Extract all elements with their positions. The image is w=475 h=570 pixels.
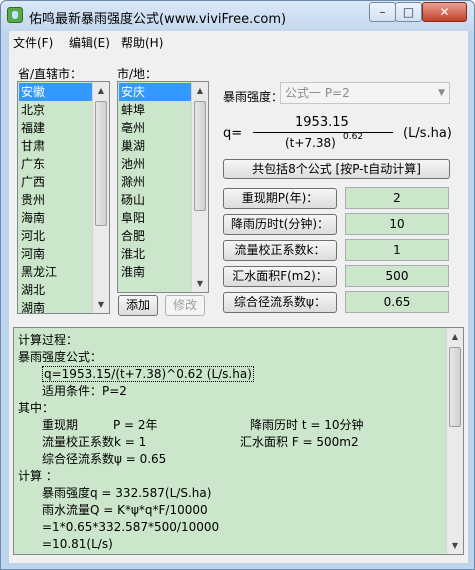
menu-bar: 文件(F) 编辑(E) 帮助(H) [9, 31, 468, 51]
catchment-area-button[interactable]: 汇水面积F(m2)： [223, 266, 337, 287]
add-button[interactable]: 添加 [118, 295, 158, 316]
process-where: 其中： [18, 401, 55, 415]
list-item[interactable]: 淮北 [119, 245, 145, 263]
process-Q-result: =10.81(L/s) [42, 537, 113, 551]
title-bar[interactable]: 佑鸣最新暴雨强度公式(www.viviFree.com) – □ ✕ [1, 1, 474, 31]
city-scrollbar[interactable]: ▲ ▼ [191, 82, 208, 292]
list-item[interactable]: 北京 [19, 101, 45, 119]
chevron-down-icon[interactable]: ▼ [438, 83, 445, 103]
flow-coefficient-button[interactable]: 流量校正系数k： [223, 240, 337, 261]
process-calc-heading: 计算 ： [18, 469, 58, 483]
province-scrollbar[interactable]: ▲ ▼ [92, 82, 109, 313]
process-duration: 降雨历时 t = 10分钟 [250, 418, 364, 432]
province-list[interactable]: 安徽 北京 福建 甘肃 广东 广西 贵州 海南 河北 河南 黑龙江 湖北 湖南 … [17, 81, 110, 314]
scroll-thumb[interactable] [449, 347, 461, 427]
city-label: 市/地： [117, 67, 158, 81]
list-item[interactable]: 亳州 [119, 119, 145, 137]
edit-button[interactable]: 修改 [165, 295, 205, 316]
menu-edit[interactable]: 编辑(E) [69, 34, 110, 51]
formula-numerator: 1953.15 [295, 115, 349, 130]
calculation-output[interactable]: 计算过程： 暴雨强度公式： q=1953.15/(t+7.38)^0.62 (L… [13, 327, 464, 555]
process-formula-text: q=1953.15/(t+7.38)^0.62 (L/s.ha) [42, 366, 254, 382]
list-item[interactable]: 巢湖 [119, 137, 145, 155]
return-period-field[interactable]: 2 [345, 187, 449, 209]
list-item[interactable]: 海南 [19, 209, 45, 227]
list-item[interactable]: 广西 [19, 173, 45, 191]
list-item[interactable]: 黑龙江 [19, 263, 57, 281]
app-window: 佑鸣最新暴雨强度公式(www.viviFree.com) – □ ✕ 文件(F)… [0, 0, 475, 570]
return-period-button[interactable]: 重现期P(年)： [223, 188, 337, 209]
minimize-button[interactable]: – [369, 2, 396, 22]
scroll-thumb[interactable] [95, 101, 107, 226]
formula-denominator: (t+7.38) [285, 136, 336, 150]
runoff-coefficient-field[interactable]: 0.65 [345, 291, 449, 313]
process-q: 暴雨强度q = 332.587(L/S.ha) [42, 486, 212, 500]
process-title: 计算过程： [18, 333, 79, 347]
process-condition: 适用条件：P=2 [42, 384, 127, 398]
client-area: 文件(F) 编辑(E) 帮助(H) 省/直辖市： 安徽 北京 福建 甘肃 广东 … [9, 31, 468, 563]
list-item[interactable]: 淮南 [119, 263, 145, 281]
list-item[interactable]: 池州 [119, 155, 145, 173]
process-area: 汇水面积 F = 500m2 [240, 435, 359, 449]
rain-duration-button[interactable]: 降雨历时t(分钟)： [223, 214, 337, 235]
scroll-up-icon[interactable]: ▲ [93, 82, 109, 99]
scroll-up-icon[interactable]: ▲ [192, 82, 208, 99]
formula-select[interactable]: 公式一 P=2 ▼ [280, 82, 450, 104]
catchment-area-field[interactable]: 500 [345, 265, 449, 287]
formula-exponent: 0.62 [343, 132, 364, 142]
intensity-label: 暴雨强度： [223, 90, 284, 104]
scroll-down-icon[interactable]: ▼ [192, 275, 208, 292]
scroll-thumb[interactable] [194, 101, 206, 211]
list-item[interactable]: 河北 [19, 227, 45, 245]
list-item[interactable]: 合肥 [119, 227, 145, 245]
menu-file[interactable]: 文件(F) [13, 34, 53, 51]
process-Q-formula: 雨水流量Q = K*ψ*q*F/10000 [42, 503, 208, 517]
city-item-selected[interactable]: 安庆 [119, 83, 191, 101]
process-return-period-label: 重现期 [42, 418, 79, 432]
scroll-up-icon[interactable]: ▲ [447, 328, 463, 345]
formula-unit: (L/s.ha) [403, 126, 452, 141]
list-item[interactable]: 阜阳 [119, 209, 145, 227]
scroll-down-icon[interactable]: ▼ [447, 537, 463, 554]
maximize-button[interactable]: □ [395, 2, 422, 22]
list-item[interactable]: 甘肃 [19, 137, 45, 155]
process-psi: 综合径流系数ψ = 0.65 [42, 452, 167, 466]
process-k: 流量校正系数k = 1 [42, 435, 147, 449]
list-item[interactable]: 河南 [19, 245, 45, 263]
flow-coefficient-field[interactable]: 1 [345, 239, 449, 261]
process-scrollbar[interactable]: ▲ ▼ [446, 328, 463, 554]
app-logo-icon [7, 7, 23, 23]
province-label: 省/直辖市： [18, 67, 83, 81]
formula-select-value: 公式一 P=2 [285, 86, 350, 100]
menu-help[interactable]: 帮助(H) [121, 34, 163, 51]
list-item[interactable]: 贵州 [19, 191, 45, 209]
process-formula-heading: 暴雨强度公式： [18, 350, 103, 364]
process-return-period-value: P = 2年 [113, 418, 158, 432]
auto-calc-button[interactable]: 共包括8个公式 [按P-t自动计算] [223, 159, 450, 179]
runoff-coefficient-button[interactable]: 综合径流系数ψ： [223, 292, 337, 313]
fraction-line [253, 132, 393, 133]
list-item[interactable]: 蚌埠 [119, 101, 145, 119]
rain-duration-field[interactable]: 10 [345, 213, 449, 235]
list-item[interactable]: 广东 [19, 155, 45, 173]
process-Q-substitution: =1*0.65*332.587*500/10000 [42, 520, 220, 534]
list-item[interactable]: 砀山 [119, 191, 145, 209]
list-item[interactable]: 湖北 [19, 281, 45, 299]
window-title: 佑鸣最新暴雨强度公式(www.viviFree.com) [29, 12, 287, 27]
list-item[interactable]: 福建 [19, 119, 45, 137]
province-item-selected[interactable]: 安徽 [19, 83, 92, 101]
process-formula: q=1953.15/(t+7.38)^0.62 (L/s.ha) [42, 366, 254, 382]
list-item[interactable]: 湖南 [19, 299, 45, 313]
list-item[interactable]: 滁州 [119, 173, 145, 191]
scroll-down-icon[interactable]: ▼ [93, 296, 109, 313]
close-button[interactable]: ✕ [422, 2, 467, 22]
formula-lhs: q= [223, 126, 243, 141]
city-list[interactable]: 安庆 蚌埠 亳州 巢湖 池州 滁州 砀山 阜阳 合肥 淮北 淮南 ▲ ▼ [117, 81, 209, 293]
